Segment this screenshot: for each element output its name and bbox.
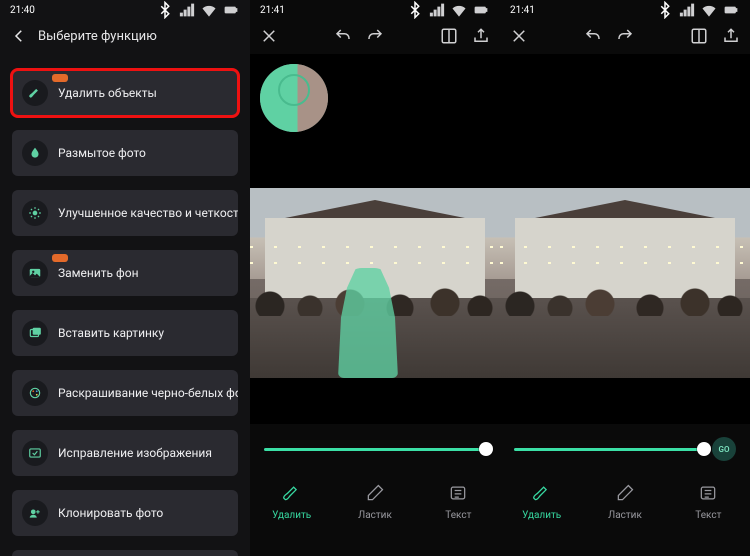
- tool-label: Текст: [445, 510, 471, 521]
- new-badge: [52, 74, 68, 82]
- signal-icon: [678, 1, 696, 19]
- preview-area: [500, 54, 750, 424]
- brush-size-row: GO: [500, 424, 750, 474]
- tool-brush[interactable]: Удалить: [514, 483, 570, 521]
- tool-eraser[interactable]: Ластик: [347, 483, 403, 521]
- background-icon: [22, 260, 48, 286]
- signal-icon: [178, 1, 196, 19]
- repair-icon: [22, 440, 48, 466]
- compare-icon[interactable]: [440, 27, 458, 45]
- editor-toolbar: [250, 18, 500, 54]
- function-item-insert[interactable]: Вставить картинку: [12, 310, 238, 356]
- function-item-label: Заменить фон: [58, 266, 139, 280]
- eraser-icon: [615, 483, 635, 506]
- status-bar: 21:41: [500, 0, 750, 18]
- tool-text[interactable]: Текст: [680, 483, 736, 521]
- brush-icon: [532, 483, 552, 506]
- colorize-icon: [22, 380, 48, 406]
- function-item-label: Раскрашивание черно-белых фотограф: [58, 386, 238, 400]
- tool-label: Ластик: [358, 510, 392, 521]
- compare-icon[interactable]: [690, 27, 708, 45]
- status-time: 21:40: [10, 5, 35, 16]
- function-item-background[interactable]: Заменить фон: [12, 250, 238, 296]
- tool-eraser[interactable]: Ластик: [597, 483, 653, 521]
- bluetooth-icon: [406, 1, 424, 19]
- bluetooth-icon: [656, 1, 674, 19]
- editor-panel-masking: 21:41 Удалить Ластик Текст: [250, 0, 500, 556]
- tool-tabs: Удалить Ластик Текст: [500, 474, 750, 534]
- brush-size-slider[interactable]: [514, 448, 704, 451]
- tool-label: Удалить: [522, 510, 561, 521]
- text-icon: [448, 483, 468, 506]
- battery-icon: [222, 1, 240, 19]
- eraser-icon: [365, 483, 385, 506]
- appbar-title: Выберите функцию: [38, 29, 157, 44]
- wifi-icon: [200, 1, 218, 19]
- appbar: Выберите функцию: [0, 18, 250, 54]
- function-item-colorize[interactable]: Раскрашивание черно-белых фотограф: [12, 370, 238, 416]
- export-icon[interactable]: [722, 27, 740, 45]
- canvas[interactable]: [500, 188, 750, 378]
- clone-icon: [22, 500, 48, 526]
- go-button[interactable]: GO: [712, 437, 736, 461]
- wifi-icon: [450, 1, 468, 19]
- enhance-icon: [22, 200, 48, 226]
- function-item-blur[interactable]: Размытое фото: [12, 130, 238, 176]
- blur-icon: [22, 140, 48, 166]
- function-item-spot[interactable]: Средство для удаления пятен: [12, 550, 238, 556]
- status-time: 21:41: [260, 5, 285, 16]
- export-icon[interactable]: [472, 27, 490, 45]
- function-item-label: Клонировать фото: [58, 506, 163, 520]
- undo-icon[interactable]: [584, 27, 602, 45]
- status-icons: [656, 1, 740, 19]
- function-item-enhance[interactable]: Улучшенное качество и четкость: [12, 190, 238, 236]
- new-badge: [52, 254, 68, 262]
- editor-panel-result: 21:41 GO Удалить Ластик Текст: [500, 0, 750, 556]
- function-item-label: Улучшенное качество и четкость: [58, 206, 238, 220]
- back-icon[interactable]: [10, 27, 28, 45]
- function-item-repair[interactable]: Исправление изображения: [12, 430, 238, 476]
- text-icon: [698, 483, 718, 506]
- tool-text[interactable]: Текст: [430, 483, 486, 521]
- status-time: 21:41: [510, 5, 535, 16]
- tool-tabs: Удалить Ластик Текст: [250, 474, 500, 534]
- function-menu: Удалить объекты Размытое фото Улучшенное к…: [0, 54, 250, 556]
- function-item-label: Исправление изображения: [58, 446, 212, 460]
- brush-icon: [282, 483, 302, 506]
- wifi-icon: [700, 1, 718, 19]
- redo-icon[interactable]: [616, 27, 634, 45]
- tool-label: Удалить: [272, 510, 311, 521]
- brush-size-slider[interactable]: [264, 448, 486, 451]
- function-item-brush[interactable]: Удалить объекты: [12, 70, 238, 116]
- function-item-clone[interactable]: Клонировать фото: [12, 490, 238, 536]
- status-icons: [156, 1, 240, 19]
- undo-icon[interactable]: [334, 27, 352, 45]
- status-bar: 21:40: [0, 0, 250, 18]
- magnifier-preview: [260, 64, 328, 132]
- signal-icon: [428, 1, 446, 19]
- preview-area: [250, 54, 500, 424]
- editor-toolbar: [500, 18, 750, 54]
- battery-icon: [722, 1, 740, 19]
- function-item-label: Размытое фото: [58, 146, 146, 160]
- tool-label: Текст: [695, 510, 721, 521]
- function-item-label: Вставить картинку: [58, 326, 164, 340]
- bluetooth-icon: [156, 1, 174, 19]
- close-icon[interactable]: [510, 27, 528, 45]
- function-item-label: Удалить объекты: [58, 86, 157, 100]
- tool-label: Ластик: [608, 510, 642, 521]
- status-bar: 21:41: [250, 0, 500, 18]
- redo-icon[interactable]: [366, 27, 384, 45]
- tool-brush[interactable]: Удалить: [264, 483, 320, 521]
- brush-size-row: [250, 424, 500, 474]
- canvas[interactable]: [250, 188, 500, 378]
- slider-thumb[interactable]: [697, 442, 711, 456]
- brush-icon: [22, 80, 48, 106]
- insert-icon: [22, 320, 48, 346]
- function-select-panel: 21:40 Выберите функцию Удалить объекты Ра…: [0, 0, 250, 556]
- battery-icon: [472, 1, 490, 19]
- slider-thumb[interactable]: [479, 442, 493, 456]
- status-icons: [406, 1, 490, 19]
- close-icon[interactable]: [260, 27, 278, 45]
